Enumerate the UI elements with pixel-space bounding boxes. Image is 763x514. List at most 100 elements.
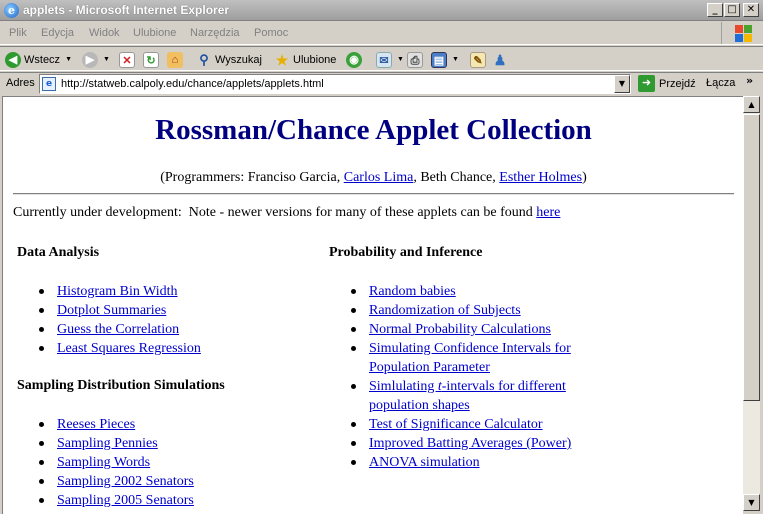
- sampling-list: Reeses Pieces Sampling Pennies Sampling …: [39, 415, 194, 510]
- go-arrow-icon: ➜: [638, 75, 655, 92]
- links-chevron-icon[interactable]: »: [746, 74, 753, 87]
- home-button[interactable]: ⌂: [167, 51, 183, 68]
- link-text-part2: -intervals for different: [441, 379, 566, 394]
- list-item: Simlulating t-intervals for different pop…: [351, 377, 571, 415]
- vertical-scrollbar[interactable]: ▲ ▼: [743, 96, 760, 511]
- media-button[interactable]: ◉: [346, 51, 362, 68]
- list-item: Dotplot Summaries: [39, 301, 201, 320]
- ie-icon: e: [4, 3, 19, 18]
- chevron-down-icon: ▼: [397, 56, 404, 63]
- mail-icon: ✉: [376, 51, 392, 68]
- forward-button[interactable]: ▶ ▼: [82, 51, 110, 68]
- link-anova-simulation[interactable]: ANOVA simulation: [369, 455, 480, 470]
- credits-middle: , Beth Chance,: [413, 170, 500, 185]
- mail-button[interactable]: ✉ ▼: [376, 51, 404, 68]
- messenger-button[interactable]: ♟: [492, 51, 508, 68]
- menu-view[interactable]: Widok: [89, 27, 120, 39]
- links-label[interactable]: Łącza: [706, 77, 735, 89]
- discuss-button[interactable]: ✎: [470, 51, 486, 68]
- link-simulating-t-intervals[interactable]: Simlulating t-intervals for different pop…: [369, 379, 566, 413]
- link-random-babies[interactable]: Random babies: [369, 284, 456, 299]
- maximize-button[interactable]: □: [724, 3, 740, 17]
- close-button[interactable]: ✕: [743, 3, 759, 17]
- link-carlos-lima[interactable]: Carlos Lima: [344, 170, 414, 185]
- list-item: Simulating Confidence Intervals for Popul…: [351, 339, 571, 377]
- link-test-of-significance-calculator[interactable]: Test of Significance Calculator: [369, 417, 543, 432]
- page-icon: e: [42, 77, 56, 91]
- messenger-icon: ♟: [493, 51, 507, 68]
- star-icon: ★: [275, 51, 289, 68]
- list-item: Guess the Correlation: [39, 320, 201, 339]
- section-title-probability: Probability and Inference: [329, 245, 483, 260]
- link-sampling-2002-senators[interactable]: Sampling 2002 Senators: [57, 474, 194, 489]
- list-item: Random babies: [351, 282, 571, 301]
- home-icon: ⌂: [167, 51, 183, 68]
- horizontal-rule: [13, 193, 734, 195]
- address-input[interactable]: e http://statweb.calpoly.edu/chance/appl…: [39, 74, 631, 94]
- link-text-line1: Simulating Confidence Intervals for: [369, 341, 571, 356]
- standard-toolbar: ◀ Wstecz ▼ ▶ ▼ ✕ ↻ ⌂ ⚲ Wyszukaj ★ Ulubio…: [0, 46, 763, 71]
- link-dotplot-summaries[interactable]: Dotplot Summaries: [57, 303, 166, 318]
- back-arrow-icon: ◀: [5, 51, 21, 68]
- window-title: applets - Microsoft Internet Explorer: [23, 3, 230, 17]
- link-improved-batting-averages[interactable]: Improved Batting Averages (Power): [369, 436, 571, 451]
- link-least-squares-regression[interactable]: Least Squares Regression: [57, 341, 201, 356]
- back-label: Wstecz: [24, 53, 61, 66]
- credits-line: (Programmers: Franciso Garcia, Carlos Li…: [3, 170, 743, 186]
- menu-file[interactable]: Plik: [9, 27, 27, 39]
- menu-tools[interactable]: Narzędzia: [190, 27, 240, 39]
- stop-button[interactable]: ✕: [119, 51, 135, 68]
- favorites-label: Ulubione: [293, 53, 337, 66]
- refresh-button[interactable]: ↻: [143, 51, 159, 68]
- link-here[interactable]: here: [536, 205, 560, 220]
- credits-suffix: ): [582, 170, 587, 185]
- discuss-icon: ✎: [470, 51, 486, 68]
- search-button[interactable]: ⚲ Wyszukaj: [196, 51, 262, 68]
- edit-button[interactable]: ▤ ▼: [431, 51, 459, 68]
- link-sampling-2005-senators[interactable]: Sampling 2005 Senators: [57, 493, 194, 508]
- menu-bar: Plik Edycja Widok Ulubione Narzędzia Pom…: [0, 21, 763, 45]
- menu-edit[interactable]: Edycja: [41, 27, 74, 39]
- link-randomization-of-subjects[interactable]: Randomization of Subjects: [369, 303, 521, 318]
- link-histogram-bin-width[interactable]: Histogram Bin Width: [57, 284, 178, 299]
- list-item: Sampling 2002 Senators: [39, 472, 194, 491]
- list-item: Reeses Pieces: [39, 415, 194, 434]
- list-item: Normal Probability Calculations: [351, 320, 571, 339]
- chevron-down-icon: ▼: [452, 56, 459, 63]
- page-title: Rossman/Chance Applet Collection: [155, 114, 592, 146]
- print-button[interactable]: ⎙: [407, 51, 423, 68]
- link-guess-the-correlation[interactable]: Guess the Correlation: [57, 322, 179, 337]
- data-analysis-list: Histogram Bin Width Dotplot Summaries Gu…: [39, 282, 201, 358]
- link-normal-probability-calculations[interactable]: Normal Probability Calculations: [369, 322, 551, 337]
- link-esther-holmes[interactable]: Esther Holmes: [499, 170, 582, 185]
- link-text-line2: population shapes: [369, 398, 470, 413]
- windows-logo-icon: [721, 22, 761, 44]
- menu-help[interactable]: Pomoc: [254, 27, 288, 39]
- link-reeses-pieces[interactable]: Reeses Pieces: [57, 417, 135, 432]
- link-sampling-words[interactable]: Sampling Words: [57, 455, 150, 470]
- scroll-thumb[interactable]: [743, 114, 760, 401]
- forward-arrow-icon: ▶: [82, 51, 98, 68]
- chevron-down-icon: ▼: [65, 56, 72, 63]
- list-item: Test of Significance Calculator: [351, 415, 571, 434]
- menu-favorites[interactable]: Ulubione: [133, 27, 176, 39]
- scroll-down-button[interactable]: ▼: [743, 494, 760, 511]
- address-dropdown-button[interactable]: ▼: [614, 75, 630, 93]
- search-icon: ⚲: [199, 51, 209, 67]
- favorites-button[interactable]: ★ Ulubione: [274, 51, 337, 68]
- address-url[interactable]: http://statweb.calpoly.edu/chance/applet…: [61, 78, 324, 90]
- list-item: Sampling Pennies: [39, 434, 194, 453]
- list-item: Randomization of Subjects: [351, 301, 571, 320]
- printer-icon: ⎙: [407, 51, 423, 68]
- back-button[interactable]: ◀ Wstecz ▼: [5, 51, 72, 68]
- go-label: Przejdź: [659, 77, 696, 90]
- list-item: Sampling 2005 Senators: [39, 491, 194, 510]
- list-item: Histogram Bin Width: [39, 282, 201, 301]
- link-sampling-pennies[interactable]: Sampling Pennies: [57, 436, 158, 451]
- list-item: Sampling Words: [39, 453, 194, 472]
- scroll-up-button[interactable]: ▲: [743, 96, 760, 113]
- minimize-button[interactable]: _: [707, 3, 723, 17]
- link-simulating-confidence-intervals[interactable]: Simulating Confidence Intervals for Popul…: [369, 341, 571, 375]
- section-title-sampling: Sampling Distribution Simulations: [17, 378, 225, 393]
- go-button[interactable]: ➜ Przejdź: [638, 75, 696, 92]
